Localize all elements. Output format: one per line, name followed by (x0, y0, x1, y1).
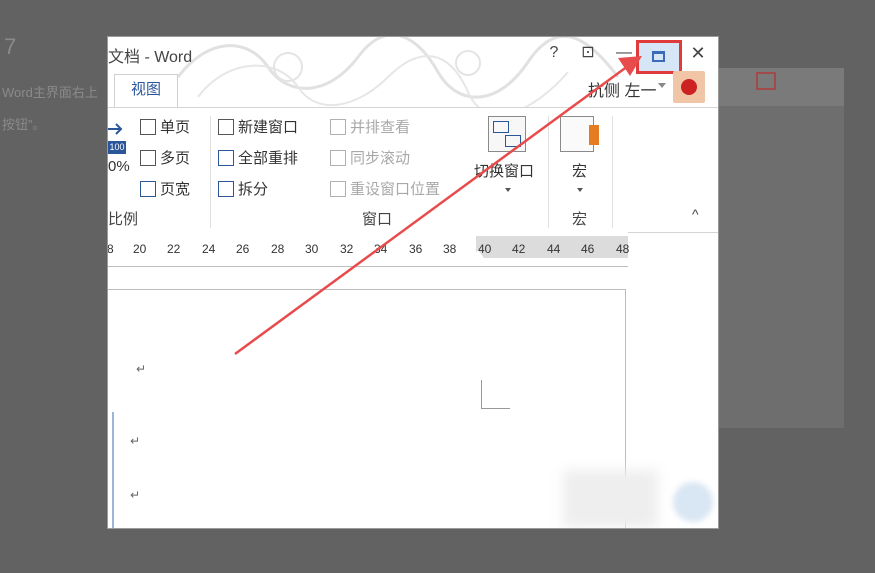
ruler-tick: 8 (108, 242, 114, 256)
side-by-side-icon (330, 119, 346, 135)
bg-text-line: 按钮”。 (2, 117, 46, 132)
multiple-pages-icon (140, 150, 156, 166)
title-bar[interactable]: 文档 - Word ? ⊡ — ✕ (108, 37, 718, 107)
arrange-all-icon (218, 150, 234, 166)
help-button[interactable]: ? (540, 41, 568, 65)
multiple-pages-label: 多页 (160, 150, 191, 167)
blurred-region (673, 482, 713, 522)
bg-window-titlebar (714, 68, 844, 106)
view-side-by-side-label: 并排查看 (350, 119, 411, 136)
sync-scroll-label: 同步滚动 (350, 150, 411, 167)
zoom-100-badge[interactable]: 100 (108, 141, 126, 154)
page-width-button[interactable]: 页宽 (140, 178, 190, 199)
view-side-by-side-button[interactable]: 并排查看 (330, 116, 410, 137)
ruler-tick: 30 (305, 242, 319, 256)
tab-view[interactable]: 视图 (114, 74, 178, 107)
avatar[interactable] (673, 71, 705, 103)
chevron-down-icon[interactable] (505, 188, 511, 192)
minimize-button[interactable]: — (610, 41, 638, 65)
ruler-tick: 28 (271, 242, 285, 256)
ruler-tick: 44 (547, 242, 561, 256)
horizontal-ruler[interactable]: 8 20 22 24 26 28 30 32 34 36 38 40 42 44… (108, 232, 630, 270)
new-window-label: 新建窗口 (238, 119, 299, 136)
collapse-ribbon-button[interactable]: ^ (692, 206, 699, 222)
split-label: 拆分 (238, 181, 269, 198)
one-page-icon (140, 119, 156, 135)
split-button[interactable]: 拆分 (218, 178, 268, 199)
margin-corner-mark (481, 380, 510, 409)
group-separator (548, 116, 549, 228)
new-window-icon (218, 119, 234, 135)
ribbon-display-options-button[interactable]: ⊡ (574, 41, 602, 65)
blurred-region (563, 470, 658, 528)
ruler-tick: 22 (167, 242, 181, 256)
ribbon-tab-row: 视图 抗侧 左一 (108, 71, 718, 107)
switch-windows-button[interactable]: 切换窗口 (474, 160, 534, 181)
reset-window-position-button[interactable]: 重设窗口位置 (330, 178, 440, 199)
macros-button[interactable]: 宏 (572, 160, 587, 181)
right-indent-marker[interactable] (472, 250, 484, 258)
page-edge (108, 289, 626, 290)
bg-text-line: Word主界面右上 (2, 85, 98, 100)
zoom-level[interactable]: 0% (108, 158, 130, 175)
sync-scroll-button[interactable]: 同步滚动 (330, 147, 410, 168)
group-separator (210, 116, 211, 228)
ruler-tick: 46 (581, 242, 595, 256)
account-name[interactable]: 抗侧 左一 (588, 77, 656, 101)
ruler-tick: 20 (133, 242, 147, 256)
one-page-button[interactable]: 单页 (140, 116, 190, 137)
maximize-button[interactable] (636, 40, 682, 74)
bg-highlight-box (756, 72, 776, 90)
group-label-macro: 宏 (572, 211, 588, 228)
chevron-down-icon[interactable] (577, 188, 583, 192)
ruler-tick: 34 (374, 242, 388, 256)
macro-icon[interactable] (560, 116, 599, 152)
sync-scroll-icon (330, 150, 346, 166)
reset-window-position-icon (330, 181, 346, 197)
ruler-tick: 36 (409, 242, 423, 256)
ruler-tick: 32 (340, 242, 354, 256)
group-label-window: 窗口 (362, 211, 393, 228)
ruler-divider (108, 266, 628, 267)
multiple-pages-button[interactable]: 多页 (140, 147, 190, 168)
bg-window-thumbnail (714, 68, 844, 428)
one-page-label: 单页 (160, 119, 191, 136)
close-button[interactable]: ✕ (684, 41, 712, 65)
document-canvas[interactable]: ↵ ↵ ↵ (108, 270, 718, 528)
page-width-label: 页宽 (160, 181, 191, 198)
arrange-all-label: 全部重排 (238, 150, 299, 167)
zoom-arrow-icon (108, 122, 124, 140)
window-title: 文档 - Word (108, 49, 193, 66)
paragraph-mark: ↵ (130, 434, 141, 448)
reset-window-position-label: 重设窗口位置 (350, 181, 441, 198)
ruler-tick: 42 (512, 242, 526, 256)
group-separator (612, 116, 613, 228)
new-window-button[interactable]: 新建窗口 (218, 116, 298, 137)
chevron-down-icon[interactable] (658, 83, 666, 88)
maximize-icon (652, 51, 665, 62)
ribbon: 100 0% 单页 多页 页宽 比例 新建窗口 全部重排 拆分 并排查看 同步滚… (108, 107, 718, 233)
page-width-icon (140, 181, 156, 197)
bg-step-number: 7 (4, 34, 17, 59)
word-window: 文档 - Word ? ⊡ — ✕ 视图 抗侧 左一 100 0% 单页 多页 … (108, 37, 718, 528)
ruler-tick: 26 (236, 242, 250, 256)
ruler-tick: 48 (616, 242, 630, 256)
ruler-tick: 38 (443, 242, 457, 256)
ruler-tick: 24 (202, 242, 216, 256)
switch-windows-icon[interactable] (488, 116, 526, 152)
split-icon (218, 181, 234, 197)
group-label-zoom: 比例 (108, 211, 139, 228)
arrange-all-button[interactable]: 全部重排 (218, 147, 298, 168)
paragraph-mark: ↵ (136, 362, 147, 376)
paragraph-mark: ↵ (130, 488, 141, 502)
scroll-indicator (112, 412, 114, 528)
